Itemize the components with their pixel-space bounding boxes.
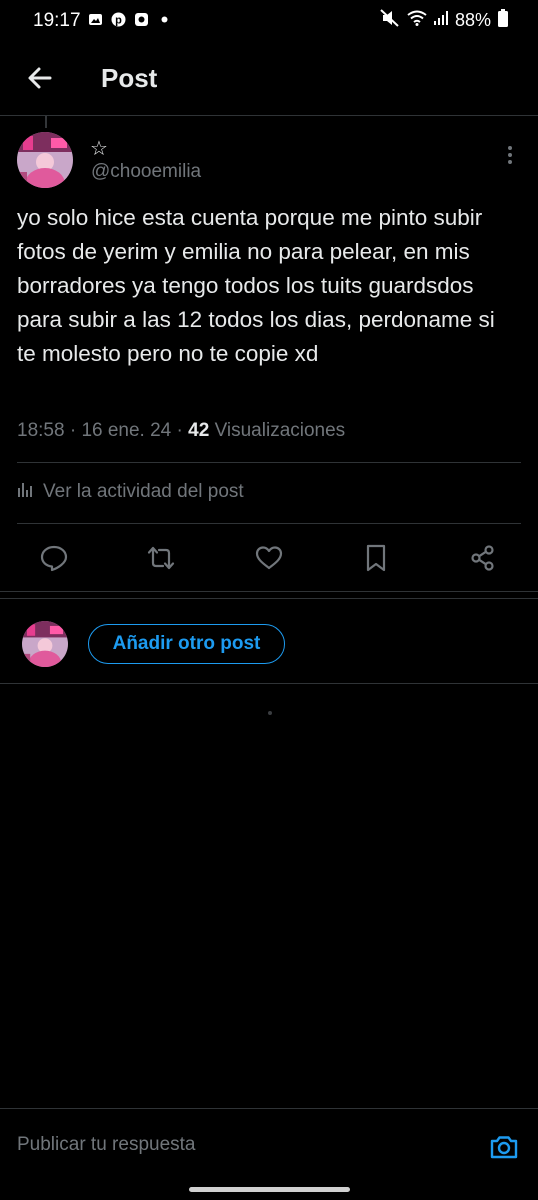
meta-separator: ·	[176, 420, 189, 441]
gesture-bar[interactable]	[189, 1187, 350, 1192]
post-activity-link[interactable]: Ver la actividad del post	[17, 480, 244, 504]
reply-input[interactable]: Publicar tu respuesta	[17, 1134, 196, 1156]
status-left-icons: p	[88, 12, 172, 27]
status-bar: 19:17 p 88%	[0, 0, 538, 44]
bookmark-icon[interactable]	[361, 543, 391, 573]
my-avatar[interactable]	[22, 621, 68, 667]
post-actions	[0, 535, 538, 581]
reply-icon[interactable]	[39, 543, 69, 573]
reply-composer: Publicar tu respuesta	[0, 1108, 538, 1180]
post-date: 16 ene. 24	[81, 420, 172, 441]
meta-separator: ·	[69, 420, 82, 441]
repost-icon[interactable]	[146, 543, 176, 573]
like-icon[interactable]	[254, 543, 284, 573]
post-text: yo solo hice esta cuenta porque me pinto…	[17, 205, 495, 366]
divider	[17, 523, 521, 524]
battery-percent: 88%	[454, 10, 491, 30]
pinterest-icon: p	[111, 12, 126, 27]
svg-text:p: p	[115, 15, 122, 27]
divider	[0, 683, 538, 684]
back-arrow-icon[interactable]	[24, 62, 56, 94]
post-meta: 18:58 · 16 ene. 24 · 42 Visualizaciones	[17, 420, 345, 442]
status-right: 88%	[380, 9, 508, 32]
page-title: Post	[101, 63, 158, 93]
author-handle[interactable]: @chooemilia	[91, 161, 201, 183]
top-bar: Post	[0, 44, 538, 116]
battery-icon	[498, 9, 508, 32]
thread-line	[45, 116, 47, 128]
activity-label: Ver la actividad del post	[43, 481, 244, 502]
views-label: Visualizaciones	[214, 420, 346, 441]
wifi-icon	[407, 10, 427, 31]
author-display-name[interactable]: ☆	[90, 136, 108, 161]
analytics-icon	[17, 480, 35, 504]
mute-icon	[380, 9, 400, 32]
divider	[0, 598, 538, 599]
views-count: 42	[188, 420, 210, 441]
more-options-icon[interactable]	[498, 143, 522, 167]
gallery-icon	[88, 12, 103, 27]
post-time: 18:58	[17, 420, 65, 441]
loading-dot	[268, 711, 272, 715]
dot-icon	[157, 12, 172, 27]
divider	[17, 462, 521, 463]
status-time: 19:17	[33, 10, 81, 31]
author-avatar[interactable]	[17, 132, 73, 188]
signal-icon	[433, 10, 448, 31]
add-another-post-button[interactable]: Añadir otro post	[88, 624, 285, 664]
divider	[0, 591, 538, 592]
camera-icon[interactable]	[488, 1131, 520, 1163]
app-icon	[134, 12, 149, 27]
share-icon[interactable]	[468, 543, 498, 573]
